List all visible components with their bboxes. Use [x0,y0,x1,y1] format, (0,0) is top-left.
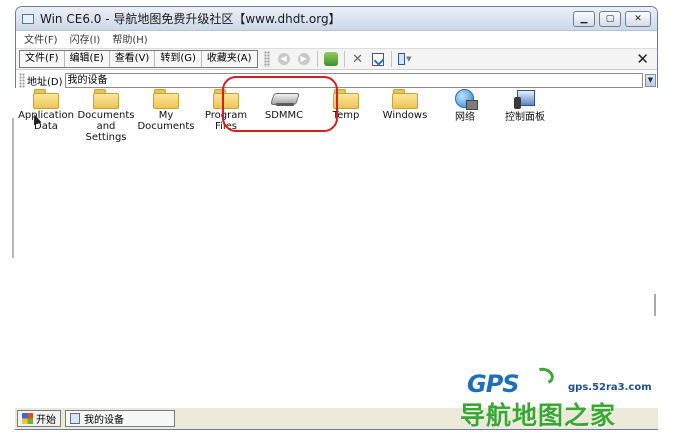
item-my-documents[interactable]: My Documents [135,88,197,132]
address-grip[interactable] [19,72,25,89]
address-dropdown-icon[interactable]: ▼ [645,74,656,87]
network-icon [453,88,478,110]
menu-item-file[interactable]: 文件(F) [24,31,58,46]
forward-arrow-icon: ▶ [297,53,310,65]
item-label: Documents and Settings [77,110,135,143]
cmd-file[interactable]: 文件(F) [20,51,65,67]
item-label: 控制面板 [505,112,545,123]
item-control-panel[interactable]: 控制面板 [494,88,556,123]
item-label: My Documents [137,110,195,132]
watermark-swoosh-icon [531,365,557,387]
explorer-window-icon [70,413,80,424]
menu-bar: 文件(F) 闪存(I) 帮助(H) [16,31,657,46]
watermark-url: gps.52ra3.com [568,382,652,393]
address-input[interactable]: 我的设备 [64,73,643,88]
command-menu: 文件(F) 编辑(E) 查看(V) 转到(G) 收藏夹(A) [19,50,258,68]
delete-icon: ✕ [352,51,364,67]
folder-icon [153,88,179,109]
toolbar-grip[interactable] [263,51,270,67]
views-dropdown-icon: ▼ [406,55,412,63]
close-window-button[interactable]: ✕ [625,10,651,27]
delete-button[interactable]: ✕ [350,51,366,67]
file-list: Application Data Documents and Settings … [15,88,658,408]
window-controls: ▁ ▢ ✕ [573,10,651,27]
toolbar-separator [316,51,318,67]
item-windows[interactable]: Windows [374,88,436,121]
item-label: Windows [382,110,428,121]
scrollbar-mark[interactable] [654,294,656,316]
folder-icon [33,88,59,109]
toolbar-separator [390,51,392,67]
windows-logo-icon [22,413,33,424]
maximize-button[interactable]: ▢ [599,10,621,27]
item-label: Application Data [18,110,74,132]
left-edge-line [12,118,14,258]
toolbar-close-button[interactable]: ✕ [636,51,649,67]
window-title: Win CE6.0 - 导航地图免费升级社区【www.dhdt.org】 [40,12,341,26]
properties-icon [371,52,384,66]
folder-icon [392,88,418,109]
task-label: 我的设备 [84,415,124,426]
menu-item-help[interactable]: 帮助(H) [112,31,147,46]
watermark-gps-logo: GPS [467,370,520,398]
views-icon [397,53,406,65]
start-button[interactable]: 开始 [17,410,61,427]
back-arrow-icon: ◀ [277,53,290,65]
forward-button[interactable]: ▶ [296,51,312,67]
watermark-chinese-text: 导航地图之家 [460,401,617,430]
back-button[interactable]: ◀ [276,51,292,67]
command-toolbar: 文件(F) 编辑(E) 查看(V) 转到(G) 收藏夹(A) ◀ ▶ ✕ ▼ ✕ [16,48,657,70]
folder-icon [93,88,119,109]
cmd-edit[interactable]: 编辑(E) [65,51,110,67]
sdmmc-highlight-circle [222,76,338,132]
item-network[interactable]: 网络 [434,88,496,123]
properties-button[interactable] [370,51,386,67]
cmd-goto[interactable]: 转到(G) [155,51,202,67]
toolbar-separator [343,51,345,67]
minimize-button[interactable]: ▁ [573,10,595,27]
address-label: 地址(D) [27,77,63,88]
title-bar[interactable]: Win CE6.0 - 导航地图免费升级社区【www.dhdt.org】 ▁ ▢… [16,7,657,31]
control-panel-icon [513,88,537,110]
item-label: 网络 [455,112,475,123]
taskbar-item-my-device[interactable]: 我的设备 [65,410,175,427]
item-documents-and-settings[interactable]: Documents and Settings [75,88,137,143]
cmd-view[interactable]: 查看(V) [110,51,156,67]
start-label: 开始 [36,415,56,426]
item-application-data[interactable]: Application Data [15,88,77,132]
window-app-icon [22,13,34,24]
menu-item-flash[interactable]: 闪存(I) [70,31,101,46]
up-folder-button[interactable] [323,51,339,67]
up-folder-icon [323,52,338,66]
views-button[interactable]: ▼ [397,51,413,67]
gps-watermark: GPS gps.52ra3.com 导航地图之家 [452,364,670,434]
cmd-favorites[interactable]: 收藏夹(A) [202,51,257,67]
